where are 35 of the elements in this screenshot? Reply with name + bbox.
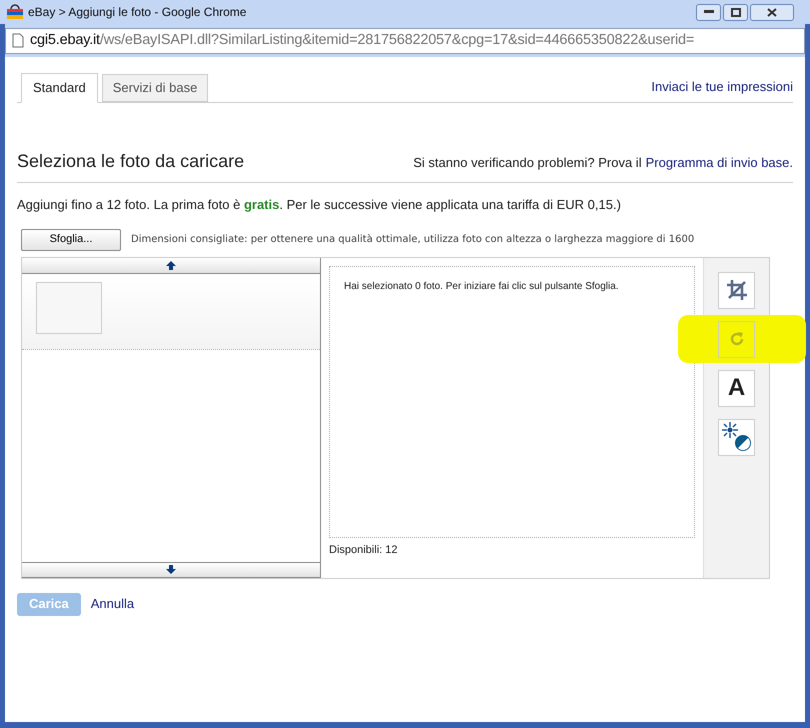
tab[interactable]: Servizi di base (102, 74, 208, 102)
feedback-link[interactable]: Inviaci le tue impressioni (651, 76, 793, 96)
arrow-up-icon (166, 260, 176, 270)
minimize-icon (704, 10, 714, 14)
intro-text: Aggiungi fino a 12 foto. La prima foto è gratis. Per le successive viene applicata una tariffa di EUR 0,15.) (17, 196, 622, 214)
maximize-button[interactable] (723, 4, 748, 20)
thumbnail-placeholder (36, 282, 102, 334)
maximize-icon (730, 8, 740, 16)
scroll-down-button[interactable] (22, 562, 320, 578)
page-icon (12, 33, 24, 48)
rotate-icon (728, 330, 746, 348)
minimize-button[interactable] (696, 4, 721, 20)
tool-button[interactable]: A (718, 370, 755, 406)
text-tool-label: A (728, 376, 746, 400)
dimensions-hint: Dimensioni consigliate: per ottenere una qualità ottimale, utilizza foto con altezza o larghezza maggiore di 1600 (131, 233, 694, 247)
tool-button[interactable] (718, 418, 755, 456)
help-text: Si stanno verificando problemi? Prova il (413, 154, 642, 172)
browse-button[interactable]: Sfoglia... (21, 228, 121, 250)
tab[interactable]: Standard (21, 73, 98, 103)
tool-button[interactable] (718, 272, 755, 308)
url-text: cgi5.ebay.it/ws/eBayISAPI.dll?SimilarListing&itemid=281756822057&cpg=17&sid=446665350822&userid= (30, 30, 694, 50)
crop-icon (726, 279, 748, 301)
scroll-up-button[interactable] (22, 258, 320, 274)
close-button[interactable] (750, 4, 794, 20)
cancel-link[interactable]: Annulla (90, 594, 134, 614)
basic-uploader-link[interactable]: Programma di invio base. (646, 153, 793, 172)
address-field[interactable]: cgi5.ebay.it/ws/eBayISAPI.dll?SimilarListing&itemid=281756822057&cpg=17&sid=446665350822&userid= (5, 28, 805, 54)
section-heading: Seleziona le foto da caricare (17, 150, 244, 173)
brightness-contrast-icon (720, 421, 752, 453)
drop-area-message: Hai selezionato 0 foto. Per iniziare fai clic sul pulsante Sfoglia. (344, 280, 619, 292)
arrow-down-icon (166, 565, 176, 574)
available-count: Disponibili: 12 (329, 542, 398, 558)
close-icon (767, 8, 777, 16)
shopping-bag-icon (6, 4, 24, 20)
window-title: eBay > Aggiungi le foto - Google Chrome (28, 4, 246, 21)
